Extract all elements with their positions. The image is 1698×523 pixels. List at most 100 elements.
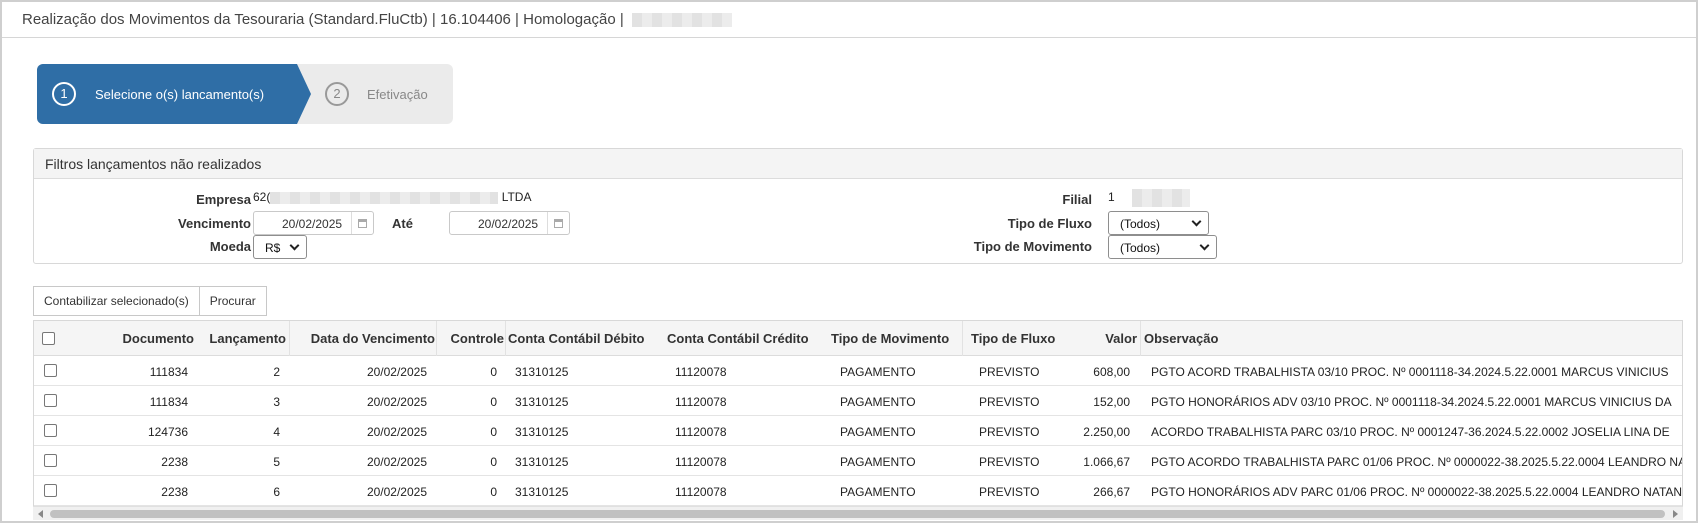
ate-label: Até <box>392 216 413 231</box>
tipo-fluxo-selected-value: (Todos) <box>1120 217 1161 231</box>
vencimento-date-input[interactable]: 20/02/2025 <box>253 211 374 235</box>
col-observacao[interactable]: Observação <box>1144 331 1218 346</box>
redacted-filial <box>1132 189 1191 207</box>
col-credito[interactable]: Conta Contábil Crédito <box>667 331 809 346</box>
window-title: Realização dos Movimentos da Tesouraria … <box>22 11 732 28</box>
cell-tipo-fluxo: PREVISTO <box>979 425 1040 439</box>
grid-toolbar: Contabilizar selecionado(s) Procurar <box>33 286 267 316</box>
cell-lancamento: 4 <box>273 425 280 439</box>
moeda-select[interactable]: R$ <box>253 235 307 259</box>
lancamentos-table: Documento Lançamento Data do Vencimento … <box>33 320 1683 520</box>
row-checkbox[interactable] <box>44 424 57 437</box>
col-documento[interactable]: Documento <box>84 331 195 346</box>
cell-controle: 0 <box>490 485 497 499</box>
step-1-label: Selecione o(s) lancamento(s) <box>95 87 265 102</box>
moeda-selected-value: R$ <box>265 241 281 255</box>
empresa-label: Empresa <box>196 192 251 207</box>
table-row[interactable]: 2238 6 20/02/2025 0 31310125 11120078 PA… <box>34 476 1682 506</box>
cell-observacao: PGTO HONORÁRIOS ADV 03/10 PROC. Nº 00011… <box>1151 395 1672 409</box>
row-checkbox[interactable] <box>44 484 57 497</box>
cell-debito: 31310125 <box>515 365 569 379</box>
ate-date-input[interactable]: 20/02/2025 <box>449 211 570 235</box>
cell-credito: 11120078 <box>675 395 727 409</box>
procurar-button[interactable]: Procurar <box>199 286 267 316</box>
vencimento-label: Vencimento <box>178 216 251 231</box>
tipo-fluxo-label: Tipo de Fluxo <box>1007 216 1092 231</box>
cell-credito: 11120078 <box>675 365 727 379</box>
col-valor[interactable]: Valor <box>1074 331 1137 346</box>
col-tipo-movimento[interactable]: Tipo de Movimento <box>831 331 949 346</box>
cell-tipo-fluxo: PREVISTO <box>979 485 1040 499</box>
tipo-movimento-select[interactable]: (Todos) <box>1108 235 1217 259</box>
scroll-left-icon[interactable] <box>38 510 43 518</box>
cell-vencimento: 20/02/2025 <box>366 365 427 379</box>
horizontal-scrollbar[interactable] <box>33 506 1683 520</box>
title-bar: Realização dos Movimentos da Tesouraria … <box>2 2 1696 38</box>
calendar-icon[interactable] <box>351 212 373 234</box>
cell-tipo-fluxo: PREVISTO <box>979 395 1040 409</box>
wizard-step-2[interactable]: Efetivação <box>367 87 428 102</box>
cell-vencimento: 20/02/2025 <box>366 395 427 409</box>
scroll-right-icon[interactable] <box>1673 510 1678 518</box>
table-row[interactable]: 124736 4 20/02/2025 0 31310125 11120078 … <box>34 416 1682 446</box>
col-controle[interactable]: Controle <box>438 331 504 346</box>
cell-controle: 0 <box>490 455 497 469</box>
calendar-icon[interactable] <box>547 212 569 234</box>
cell-valor: 1.066,67 <box>1083 455 1130 469</box>
vencimento-date-value: 20/02/2025 <box>282 217 343 231</box>
table-row[interactable]: 2238 5 20/02/2025 0 31310125 11120078 PA… <box>34 446 1682 476</box>
row-checkbox[interactable] <box>44 364 57 377</box>
cell-debito: 31310125 <box>515 485 569 499</box>
tipo-movimento-label: Tipo de Movimento <box>973 239 1092 254</box>
col-lancamento[interactable]: Lançamento <box>194 331 286 346</box>
cell-valor: 2.250,00 <box>1083 425 1130 439</box>
filial-value-text: 1 <box>1108 190 1115 205</box>
step-1-number: 1 <box>52 82 76 106</box>
row-checkbox[interactable] <box>44 394 57 407</box>
cell-lancamento: 6 <box>273 485 280 499</box>
column-divider <box>962 321 963 356</box>
contabilizar-button[interactable]: Contabilizar selecionado(s) <box>33 286 200 316</box>
column-divider <box>505 321 506 356</box>
select-all-checkbox[interactable] <box>42 332 55 345</box>
cell-credito: 11120078 <box>675 425 727 439</box>
cell-lancamento: 3 <box>273 395 280 409</box>
cell-observacao: PGTO ACORD TRABALHISTA 03/10 PROC. Nº 00… <box>1151 365 1669 379</box>
row-checkbox[interactable] <box>44 454 57 467</box>
cell-debito: 31310125 <box>515 425 569 439</box>
table-row[interactable]: 111834 3 20/02/2025 0 31310125 11120078 … <box>34 386 1682 416</box>
column-divider <box>289 321 290 356</box>
chevron-down-icon <box>289 240 300 251</box>
cell-observacao: ACORDO TRABALHISTA PARC 03/10 PROC. Nº 0… <box>1151 425 1670 439</box>
cell-observacao: PGTO HONORÁRIOS ADV PARC 01/06 PROC. Nº … <box>1151 485 1683 499</box>
empresa-value-prefix: 62( <box>253 190 271 204</box>
empresa-value-suffix: LTDA <box>501 190 532 204</box>
cell-documento: 2238 <box>161 455 188 469</box>
cell-valor: 608,00 <box>1093 365 1130 379</box>
chevron-down-icon <box>1199 240 1210 251</box>
col-debito[interactable]: Conta Contábil Débito <box>508 331 645 346</box>
column-divider <box>436 321 437 356</box>
filters-header: Filtros lançamentos não realizados <box>34 149 1682 179</box>
cell-credito: 11120078 <box>675 455 727 469</box>
cell-credito: 11120078 <box>675 485 727 499</box>
cell-tipo-movimento: PAGAMENTO <box>840 485 916 499</box>
cell-documento: 111834 <box>149 395 188 409</box>
cell-controle: 0 <box>490 365 497 379</box>
cell-tipo-movimento: PAGAMENTO <box>840 455 916 469</box>
col-tipo-fluxo[interactable]: Tipo de Fluxo <box>971 331 1055 346</box>
cell-tipo-fluxo: PREVISTO <box>979 365 1040 379</box>
table-row[interactable]: 111834 2 20/02/2025 0 31310125 11120078 … <box>34 356 1682 386</box>
cell-documento: 124736 <box>147 425 188 439</box>
cell-documento: 111834 <box>149 365 188 379</box>
cell-observacao: PGTO ACORDO TRABALHISTA PARC 01/06 PROC.… <box>1151 455 1683 469</box>
filial-label: Filial <box>1062 192 1092 207</box>
cell-vencimento: 20/02/2025 <box>366 485 427 499</box>
filters-panel: Filtros lançamentos não realizados Empre… <box>33 148 1683 264</box>
col-vencimento[interactable]: Data do Vencimento <box>292 331 435 346</box>
tipo-fluxo-select[interactable]: (Todos) <box>1108 211 1209 235</box>
scrollbar-thumb[interactable] <box>50 510 1665 518</box>
cell-debito: 31310125 <box>515 455 569 469</box>
cell-vencimento: 20/02/2025 <box>366 425 427 439</box>
redacted-empresa <box>270 191 499 204</box>
